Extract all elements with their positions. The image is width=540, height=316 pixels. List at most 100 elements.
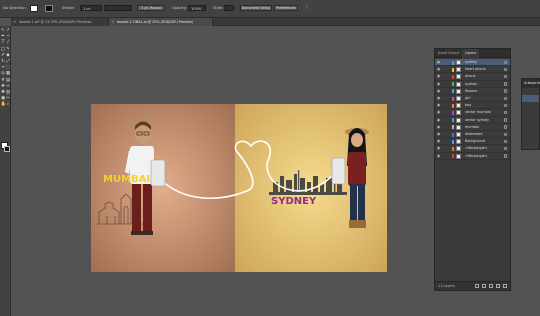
eye-icon[interactable]: ◉ [437,125,440,130]
line-icon[interactable]: / [6,40,11,45]
target-icon[interactable] [503,96,507,100]
layer-name: sydney [465,81,478,86]
direct-selection-icon[interactable]: ↗ [6,28,11,33]
layer-name: <Rectangle> [465,146,488,151]
document-setup-button[interactable]: Document Setup [240,5,272,11]
gradient-icon[interactable]: ▤ [6,78,11,83]
layer-row[interactable]: ◉ heart phone [435,66,510,74]
target-icon[interactable] [503,74,507,79]
layer-row[interactable]: ◉ girl [435,95,510,103]
artwork: MUMBAI SYDNEY [91,104,387,272]
stroke-weight-field[interactable]: 1 pt [80,5,102,11]
layer-row[interactable]: ◉ phone [435,73,510,81]
tab-layers[interactable]: Layers [462,49,480,58]
layer-row[interactable]: ◉ <Rectangle> [435,153,510,160]
arrange-icon[interactable]: ⋮ [304,3,310,10]
column-graph-icon[interactable]: ▥ [6,90,11,95]
target-icon[interactable] [503,154,507,158]
layer-row[interactable]: ◉ vector sydney [435,117,510,124]
layer-thumbnail [456,74,461,80]
tab-asset-export[interactable]: Asset Export [435,49,462,58]
zoom-icon[interactable]: ⌕ [6,102,11,107]
eye-icon[interactable]: ◉ [437,67,440,72]
layer-name: sydney [465,60,478,64]
layer-row[interactable]: ◉ flowers [435,88,510,95]
target-icon[interactable] [503,146,507,151]
layer-color-swatch [452,154,454,159]
scale-icon[interactable]: ⤢ [6,59,11,64]
eraser-icon[interactable]: ◆ [6,53,11,58]
clipping-mask-icon[interactable] [489,284,493,288]
eye-icon[interactable]: ◉ [437,118,440,123]
artboard[interactable]: MUMBAI SYDNEY [91,104,387,272]
layer-color-swatch [452,118,454,123]
layer-color-swatch [452,60,454,65]
collect-export-icon[interactable] [475,284,479,288]
eye-icon[interactable]: ◉ [437,74,440,79]
free-transform-icon[interactable]: ⬚ [6,65,11,70]
target-icon[interactable] [503,82,507,86]
target-icon[interactable] [503,118,507,122]
target-icon[interactable] [503,89,507,93]
preferences-button[interactable]: Preferences [274,5,298,11]
tab-doodle-1[interactable]: × doodle 1.ai* @ 33.33% (RGB/GPU Preview… [11,18,109,26]
eye-icon[interactable]: ◉ [437,132,440,137]
layer-name: heart phone [465,67,486,72]
graphic-style-dropdown[interactable] [224,5,234,11]
target-icon[interactable] [503,103,507,108]
new-layer-icon[interactable] [496,284,500,288]
eye-icon[interactable]: ◉ [437,103,440,108]
eye-icon[interactable]: ◉ [437,60,440,65]
mumbai-background [91,104,235,272]
layers-panel: Asset Export Layers ◉ sydney ◉ heart phone ◉… [434,48,511,291]
layer-row[interactable]: ◉ sydney [435,59,510,67]
artboard-row[interactable] [522,95,539,102]
layer-row[interactable]: ◉ distressed [435,131,510,139]
target-icon[interactable] [503,110,507,115]
document-tab-bar: × doodle 1.ai* @ 33.33% (RGB/GPU Preview… [11,18,540,26]
eye-icon[interactable]: ◉ [437,96,440,101]
layer-name: flowers [465,88,478,93]
curvature-icon[interactable]: ~ [6,34,11,39]
layer-row[interactable]: ◉ sydney [435,81,510,88]
locate-object-icon[interactable] [482,284,486,288]
paintbrush-icon[interactable]: ✎ [6,47,11,52]
trash-icon[interactable] [503,284,507,288]
slice-icon[interactable]: ✂ [6,96,11,101]
eye-icon[interactable]: ◉ [437,146,440,151]
eye-icon[interactable]: ◉ [437,89,440,94]
target-icon[interactable] [503,125,507,129]
variable-width-profile[interactable] [104,5,132,11]
brush-definition-dropdown[interactable]: 5 pt. Round [137,5,165,11]
layer-row[interactable]: ◉ vector mumbai [435,109,510,117]
eye-icon[interactable]: ◉ [437,110,440,115]
target-icon[interactable] [503,139,507,144]
perspective-icon[interactable]: ▦ [6,71,11,76]
artboards-tab[interactable]: Artboards [524,79,540,88]
layer-color-swatch [452,96,454,101]
layer-row[interactable]: ◉ <Rectangle> [435,145,510,153]
layers-panel-footer: 11 Layers [435,281,510,290]
eye-icon[interactable]: ◉ [437,154,440,159]
stroke-swatch[interactable] [45,5,53,12]
layer-color-swatch [452,125,454,130]
layer-color-swatch [452,74,454,79]
target-icon[interactable] [503,132,507,136]
close-icon[interactable]: × [13,18,16,26]
layer-thumbnail [456,103,461,109]
target-icon[interactable] [503,67,507,72]
layer-row[interactable]: ◉ boy [435,102,510,110]
layer-row[interactable]: ◉ Background [435,138,510,146]
tab-doodle-2-final[interactable]: × doodle 2 FINAL.ai @ 25% (RGB/GPU Previ… [109,18,213,26]
eye-icon[interactable]: ◉ [437,139,440,144]
fill-swatch[interactable] [30,5,38,12]
opacity-field[interactable]: 100% [188,5,206,11]
eye-icon[interactable]: ◉ [437,82,440,87]
layer-row[interactable]: ◉ mumbai [435,124,510,131]
stroke-color-swatch[interactable] [4,146,10,152]
blend-icon[interactable]: ∞ [6,84,11,89]
girl-phone [331,157,346,185]
close-icon[interactable]: × [111,18,114,26]
target-icon[interactable] [503,60,507,64]
layer-name: distressed [465,132,483,136]
